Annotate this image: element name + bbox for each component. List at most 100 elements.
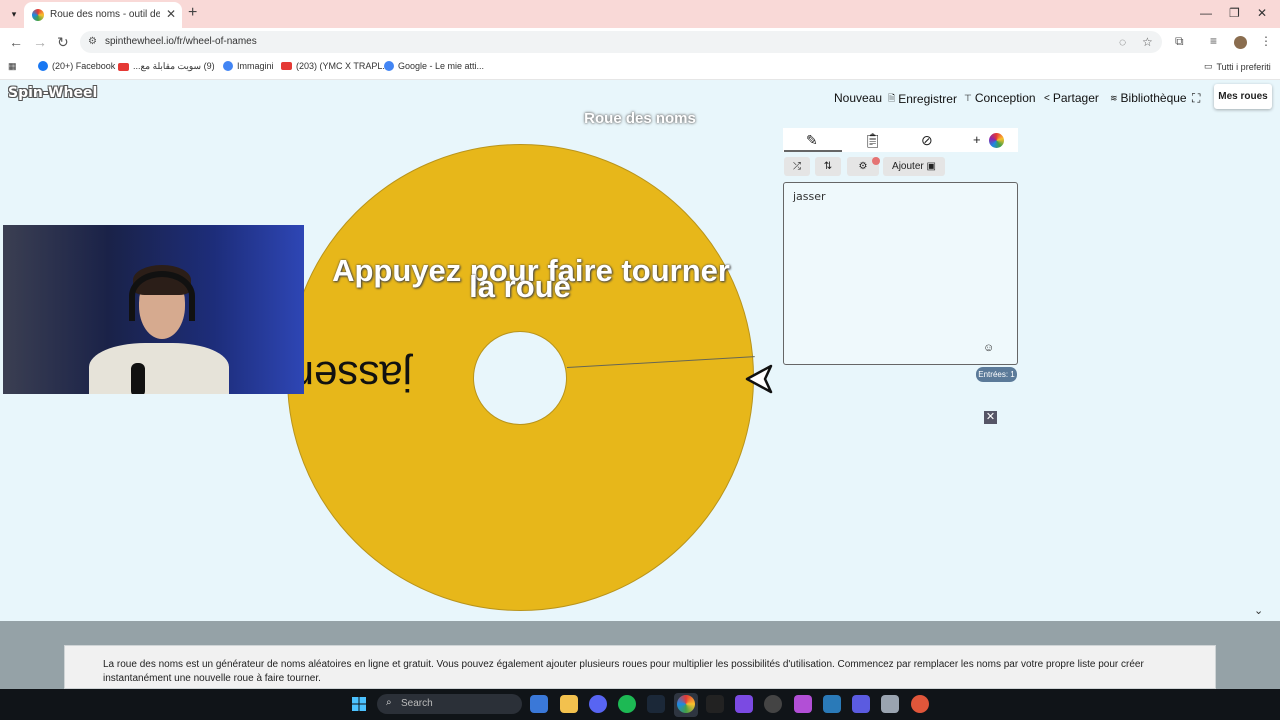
forward-arrow-icon[interactable]: → [33, 34, 47, 50]
discord-icon[interactable] [589, 695, 607, 713]
webcam-headphones [129, 271, 195, 321]
description-text: La roue des noms est un générateur de no… [103, 659, 1144, 684]
media-queue-icon[interactable]: ≡ [1210, 34, 1217, 48]
tab-edit-pencil-icon[interactable]: ✎ [806, 132, 818, 149]
browser-tab-active[interactable]: Roue des noms - outil de sélection ✕ [24, 2, 182, 28]
os-taskbar [0, 689, 1280, 720]
browser-tab-bar: ▾ Roue des noms - outil de sélection ✕ +… [0, 0, 1280, 28]
bookmark-star-icon[interactable]: ☆ [1142, 35, 1153, 49]
nav-share[interactable]: < Partager [1044, 91, 1099, 105]
webcam-person-shirt [89, 343, 229, 394]
add-image-label: Ajouter [892, 161, 924, 172]
image-icon: ▣ [926, 161, 936, 172]
add-wheel-plus-icon[interactable]: + [973, 132, 981, 147]
new-tab-plus-icon[interactable]: + [188, 4, 197, 22]
folder-icon: ▭ [1204, 61, 1213, 71]
shuffle-button[interactable]: ⤮ [784, 157, 810, 176]
bookmark-google-activity[interactable]: Google - Le mie atti... [384, 61, 484, 71]
video-editor-icon[interactable] [735, 695, 753, 713]
sort-button[interactable]: ⇅ [815, 157, 841, 176]
entries-textarea[interactable]: jasser [783, 182, 1018, 365]
extensions-icon[interactable]: ⧉ [1175, 34, 1184, 49]
chevron-down-icon[interactable]: ⌄ [1254, 604, 1263, 617]
nav-save[interactable]: 🗎 Enregistrer [888, 91, 957, 107]
spotify-icon[interactable] [618, 695, 636, 713]
restore-icon[interactable]: ❐ [1229, 6, 1240, 20]
description-card: La roue des noms est un générateur de no… [64, 645, 1216, 689]
layers-icon: ≋ [1110, 92, 1118, 103]
add-image-button[interactable]: Ajouter ▣ [883, 157, 945, 176]
google-icon [223, 61, 233, 71]
site-info-icon[interactable]: ⚙ [88, 36, 97, 47]
save-icon: 🗎 [888, 93, 896, 103]
bookmark-youtube-1[interactable]: (9) سويت مقابلة مع... [118, 61, 215, 72]
google-icon [384, 61, 394, 71]
obs-icon[interactable] [764, 695, 782, 713]
emoji-icon[interactable]: ☺ [983, 342, 994, 354]
wheel-center[interactable] [473, 331, 567, 425]
menu-kebab-icon[interactable]: ⋮ [1260, 34, 1272, 48]
nav-label: Partager [1052, 91, 1099, 105]
bookmark-facebook[interactable]: (20+) Facebook [38, 61, 115, 71]
color-wheel-icon[interactable] [989, 133, 1004, 148]
settings-notification-dot [872, 157, 880, 165]
all-bookmarks-folder[interactable]: ▭ Tutti i preferiti [1204, 61, 1271, 72]
back-arrow-icon[interactable]: ← [9, 34, 23, 50]
apps-grid-icon[interactable]: ▦ [8, 61, 17, 72]
taskbar-app-icon[interactable] [530, 695, 548, 713]
wheel-segment-label: jasser [300, 353, 413, 400]
windows-start-icon[interactable] [352, 697, 366, 711]
tab-hidden-eye-off-icon[interactable]: ⊘ [921, 132, 933, 149]
nav-new[interactable]: Nouveau [834, 91, 882, 105]
fullscreen-icon[interactable]: ⛶ [1192, 91, 1200, 106]
paint-roller-icon: ⊤ [964, 92, 972, 103]
taskbar-app-icon[interactable] [911, 695, 929, 713]
bookmark-label: Google - Le mie atti... [398, 61, 485, 71]
site-logo[interactable]: Spin-Wheel [8, 85, 97, 101]
address-bar[interactable]: ⚙ spinthewheel.io/fr/wheel-of-names ◌ ☆ [80, 31, 1162, 53]
wheel-favicon-icon [32, 9, 44, 21]
nav-library[interactable]: ≋ Bibliothèque [1110, 91, 1187, 105]
browser-toolbar: ← → ↻ ⚙ spinthewheel.io/fr/wheel-of-name… [0, 28, 1280, 56]
minimize-icon[interactable]: — [1200, 6, 1212, 20]
profile-avatar[interactable] [1234, 36, 1247, 49]
bookmark-youtube-2[interactable]: (203) (YMC X TRAPL... [281, 61, 390, 71]
reload-icon[interactable]: ↻ [57, 34, 69, 51]
calculator-icon[interactable] [881, 695, 899, 713]
bookmarks-bar: ▦ (20+) Facebook (9) سويت مقابلة مع... I… [0, 56, 1280, 80]
tab-close-icon[interactable]: ✕ [166, 7, 176, 21]
webcam-overlay [3, 225, 304, 394]
nav-design[interactable]: ⊤ Conception [964, 91, 1036, 105]
share-icon: < [1044, 92, 1050, 104]
facebook-icon [38, 61, 48, 71]
my-wheels-button[interactable]: Mes roues [1214, 84, 1272, 109]
bookmark-immagini[interactable]: Immagini [223, 61, 274, 71]
tab-results-clipboard-icon[interactable]: 📋︎ [864, 132, 882, 149]
eye-off-icon[interactable]: ◌ [1119, 35, 1126, 49]
nav-label: Enregistrer [898, 92, 957, 106]
spin-hint-line2: la roue [469, 269, 571, 304]
active-tab-indicator [784, 150, 842, 152]
taskbar-search[interactable]: Search [377, 694, 522, 714]
webcam-microphone [131, 363, 145, 394]
taskbar-app-icon[interactable] [794, 695, 812, 713]
chrome-icon[interactable] [677, 695, 695, 713]
taskbar-app-icon[interactable] [706, 695, 724, 713]
nav-label: Bibliothèque [1120, 91, 1187, 105]
tab-title: Roue des noms - outil de sélection [50, 9, 160, 20]
tab-list-chevron-icon[interactable]: ▾ [6, 6, 22, 22]
youtube-icon [118, 62, 129, 71]
wheel-title[interactable]: Roue des noms [560, 110, 720, 127]
entries-count-badge: Entrées: 1 [976, 367, 1017, 382]
bookmark-label: (20+) Facebook [52, 61, 116, 71]
nav-label: Nouveau [834, 91, 883, 105]
bookmark-label: (9) سويت مقابلة مع... [133, 61, 215, 71]
taskbar-app-icon[interactable] [823, 695, 841, 713]
taskbar-app-icon[interactable] [852, 695, 870, 713]
bookmark-label: Immagini [237, 61, 274, 71]
close-icon[interactable]: ✕ [984, 411, 997, 424]
file-explorer-icon[interactable] [560, 695, 578, 713]
window-close-icon[interactable]: ✕ [1257, 6, 1267, 20]
steam-icon[interactable] [647, 695, 665, 713]
youtube-icon [281, 62, 292, 70]
